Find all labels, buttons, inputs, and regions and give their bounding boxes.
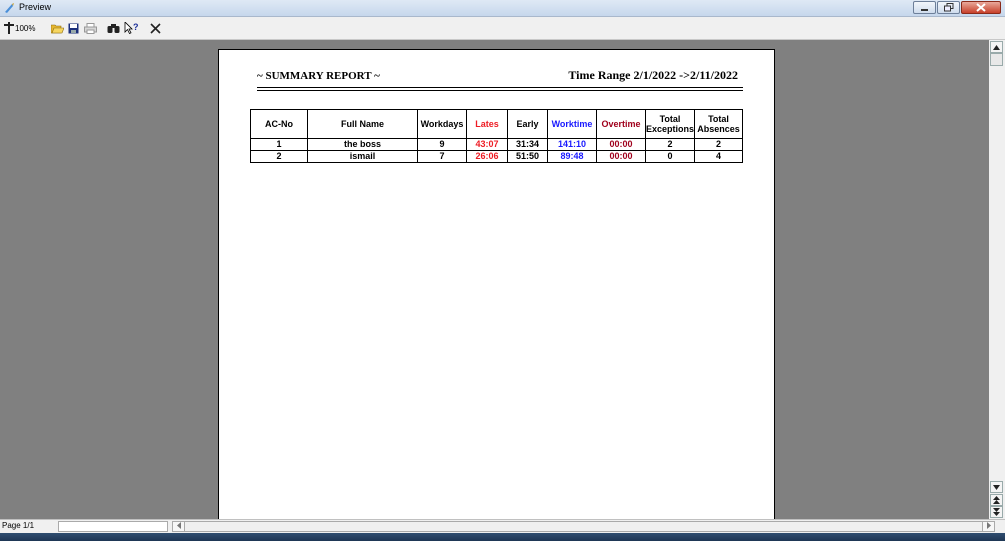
col-exceptions-line1: Total <box>659 114 681 124</box>
close-preview-button[interactable] <box>150 20 161 36</box>
cell-absences: 4 <box>694 150 744 163</box>
page-indicator: Page 1/1 <box>2 521 35 530</box>
cell-worktime: 141:10 <box>547 138 597 151</box>
col-total-absences: Total Absences <box>694 109 744 139</box>
col-worktime: Worktime <box>547 109 597 139</box>
scroll-down-button[interactable] <box>990 481 1003 493</box>
save-icon <box>68 23 79 33</box>
col-absences-line2: Absences <box>697 124 740 134</box>
title-rule-top <box>257 87 743 88</box>
table-row: 2 ismail 7 26:06 51:50 89:48 00:00 0 4 <box>250 150 744 163</box>
arrow-down-icon <box>993 484 1000 490</box>
cell-workdays: 9 <box>417 138 467 151</box>
taskbar <box>0 533 1005 541</box>
col-lates: Lates <box>466 109 508 139</box>
open-button[interactable] <box>51 20 64 36</box>
arrow-up-icon <box>993 44 1000 50</box>
zoom-button[interactable]: 100% <box>4 20 35 36</box>
vertical-scroll-thumb[interactable] <box>990 53 1003 66</box>
cell-exceptions: 2 <box>644 138 696 151</box>
double-arrow-down-icon <box>993 508 1000 516</box>
double-arrow-up-icon <box>993 496 1000 504</box>
toolbar: 100% ? <box>0 17 1005 40</box>
table-row: 1 the boss 9 43:07 31:34 141:10 00:00 2 … <box>250 138 744 151</box>
title-bar: Preview <box>0 0 1005 17</box>
close-icon <box>150 22 161 34</box>
printer-icon <box>84 22 97 34</box>
app-icon <box>5 3 14 13</box>
next-page-button[interactable] <box>990 506 1003 518</box>
binoculars-icon <box>107 23 120 33</box>
col-workdays: Workdays <box>417 109 467 139</box>
cell-absences: 2 <box>694 138 744 151</box>
col-exceptions-line2: Exceptions <box>646 124 695 134</box>
help-button[interactable]: ? <box>124 20 140 36</box>
report-title: ~ SUMMARY REPORT ~ <box>257 70 380 82</box>
status-bar: Page 1/1 <box>0 519 1005 533</box>
status-panel <box>58 521 168 532</box>
col-overtime: Overtime <box>596 109 646 139</box>
cell-overtime: 00:00 <box>596 138 646 151</box>
arrow-right-icon <box>986 522 991 529</box>
minimize-icon <box>921 8 928 11</box>
scroll-right-button[interactable] <box>982 522 994 531</box>
cell-full-name: the boss <box>307 138 418 151</box>
title-rule-bottom <box>257 90 743 91</box>
summary-table: AC-No Full Name Workdays Lates Early Wor… <box>250 109 744 163</box>
scroll-up-button[interactable] <box>990 41 1003 53</box>
cell-overtime: 00:00 <box>596 150 646 163</box>
cell-full-name: ismail <box>307 150 418 163</box>
cell-worktime: 89:48 <box>547 150 597 163</box>
window-title: Preview <box>19 2 52 12</box>
print-button[interactable] <box>84 20 97 36</box>
cell-early: 51:50 <box>507 150 548 163</box>
cell-early: 31:34 <box>507 138 548 151</box>
close-icon <box>976 3 986 12</box>
close-window-button[interactable] <box>961 1 1001 14</box>
cell-exceptions: 0 <box>644 150 696 163</box>
col-total-exceptions: Total Exceptions <box>644 109 696 139</box>
col-full-name: Full Name <box>307 109 418 139</box>
restore-button[interactable] <box>937 1 960 14</box>
vertical-scrollbar[interactable] <box>989 40 1005 519</box>
cell-workdays: 7 <box>417 150 467 163</box>
minimize-button[interactable] <box>913 1 936 14</box>
cell-ac-no: 2 <box>250 150 308 163</box>
time-range: Time Range 2/1/2022 ->2/11/2022 <box>568 68 738 82</box>
restore-icon <box>943 3 953 12</box>
help-pointer-icon: ? <box>124 22 139 34</box>
report-page: ~ SUMMARY REPORT ~ Time Range 2/1/2022 -… <box>218 49 775 519</box>
cell-lates: 43:07 <box>466 138 508 151</box>
svg-text:?: ? <box>133 22 139 32</box>
save-button[interactable] <box>68 20 79 36</box>
cell-ac-no: 1 <box>250 138 308 151</box>
arrow-left-icon <box>176 522 181 529</box>
cell-lates: 26:06 <box>466 150 508 163</box>
preview-area: ~ SUMMARY REPORT ~ Time Range 2/1/2022 -… <box>0 40 989 519</box>
horizontal-scrollbar[interactable] <box>172 521 995 532</box>
table-header-row: AC-No Full Name Workdays Lates Early Wor… <box>250 109 744 139</box>
find-button[interactable] <box>107 20 120 36</box>
scroll-left-button[interactable] <box>173 522 185 531</box>
previous-page-button[interactable] <box>990 494 1003 506</box>
col-absences-line1: Total <box>708 114 729 124</box>
zoom-tool-icon <box>4 22 14 34</box>
open-folder-icon <box>51 24 64 33</box>
zoom-level: 100% <box>15 23 36 33</box>
col-ac-no: AC-No <box>250 109 308 139</box>
col-early: Early <box>507 109 548 139</box>
